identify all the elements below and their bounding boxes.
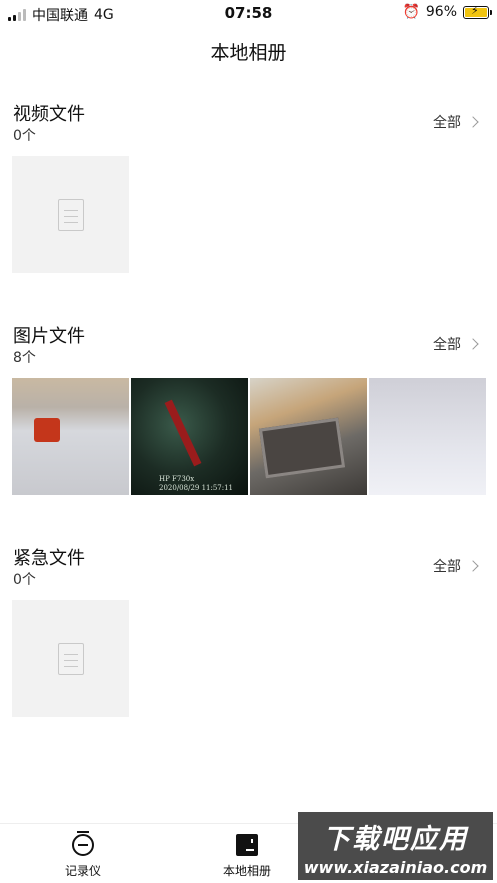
watermark-title: 下载吧应用 xyxy=(323,824,468,855)
dashcam-icon xyxy=(72,831,94,856)
status-right: ⏰ 96% ⚡ xyxy=(402,4,492,20)
image-thumbnail[interactable] xyxy=(12,378,129,495)
section-count: 0个 xyxy=(13,128,36,144)
section-title: 视频文件 xyxy=(13,104,85,125)
photo-device-label: HP F730x xyxy=(159,475,195,483)
image-thumbnail[interactable] xyxy=(250,378,367,495)
section-count: 0个 xyxy=(13,572,36,588)
photo-date-label: 2020/08/29 11:57:11 xyxy=(159,484,234,492)
alarm-icon: ⏰ xyxy=(402,4,420,20)
view-all-label: 全部 xyxy=(433,115,461,131)
chevron-right-icon xyxy=(467,338,479,350)
section-title: 紧急文件 xyxy=(13,548,85,569)
view-all-images-button[interactable]: 全部 xyxy=(433,334,479,354)
battery-percent: 96% xyxy=(425,4,457,20)
image-thumbnail-row: HP F730x 2020/08/29 11:57:11 xyxy=(12,378,486,495)
image-thumbnail[interactable] xyxy=(369,378,486,495)
image-thumbnail[interactable]: HP F730x 2020/08/29 11:57:11 xyxy=(131,378,248,495)
tab-recorder[interactable]: 记录仪 xyxy=(33,831,133,879)
status-bar: 中国联通 4G 07:58 ⏰ 96% ⚡ xyxy=(0,0,497,26)
document-icon xyxy=(57,642,84,675)
tab-local-album[interactable]: 本地相册 xyxy=(197,834,297,879)
tab-label: 记录仪 xyxy=(64,864,101,878)
album-icon xyxy=(236,834,258,856)
chevron-right-icon xyxy=(467,116,479,128)
page-title: 本地相册 xyxy=(210,42,287,64)
view-all-label: 全部 xyxy=(433,337,461,353)
photo-timestamp: HP F730x 2020/08/29 11:57:11 xyxy=(159,475,233,493)
document-icon xyxy=(57,198,84,231)
photo-subject xyxy=(34,418,60,442)
watermark-url: www.xiazainiao.com xyxy=(303,858,488,877)
battery-icon: ⚡ xyxy=(463,4,492,19)
empty-placeholder xyxy=(12,156,129,273)
section-count: 8个 xyxy=(13,350,36,366)
photo-subject xyxy=(164,399,202,467)
watermark: 下载吧应用 www.xiazainiao.com xyxy=(298,812,493,880)
chevron-right-icon xyxy=(467,560,479,572)
view-all-label: 全部 xyxy=(433,559,461,575)
tab-label: 本地相册 xyxy=(222,864,271,878)
empty-placeholder xyxy=(12,600,129,717)
photo-subject xyxy=(258,417,346,479)
view-all-emergency-button[interactable]: 全部 xyxy=(433,556,479,576)
section-title: 图片文件 xyxy=(13,326,85,347)
view-all-videos-button[interactable]: 全部 xyxy=(433,112,479,132)
